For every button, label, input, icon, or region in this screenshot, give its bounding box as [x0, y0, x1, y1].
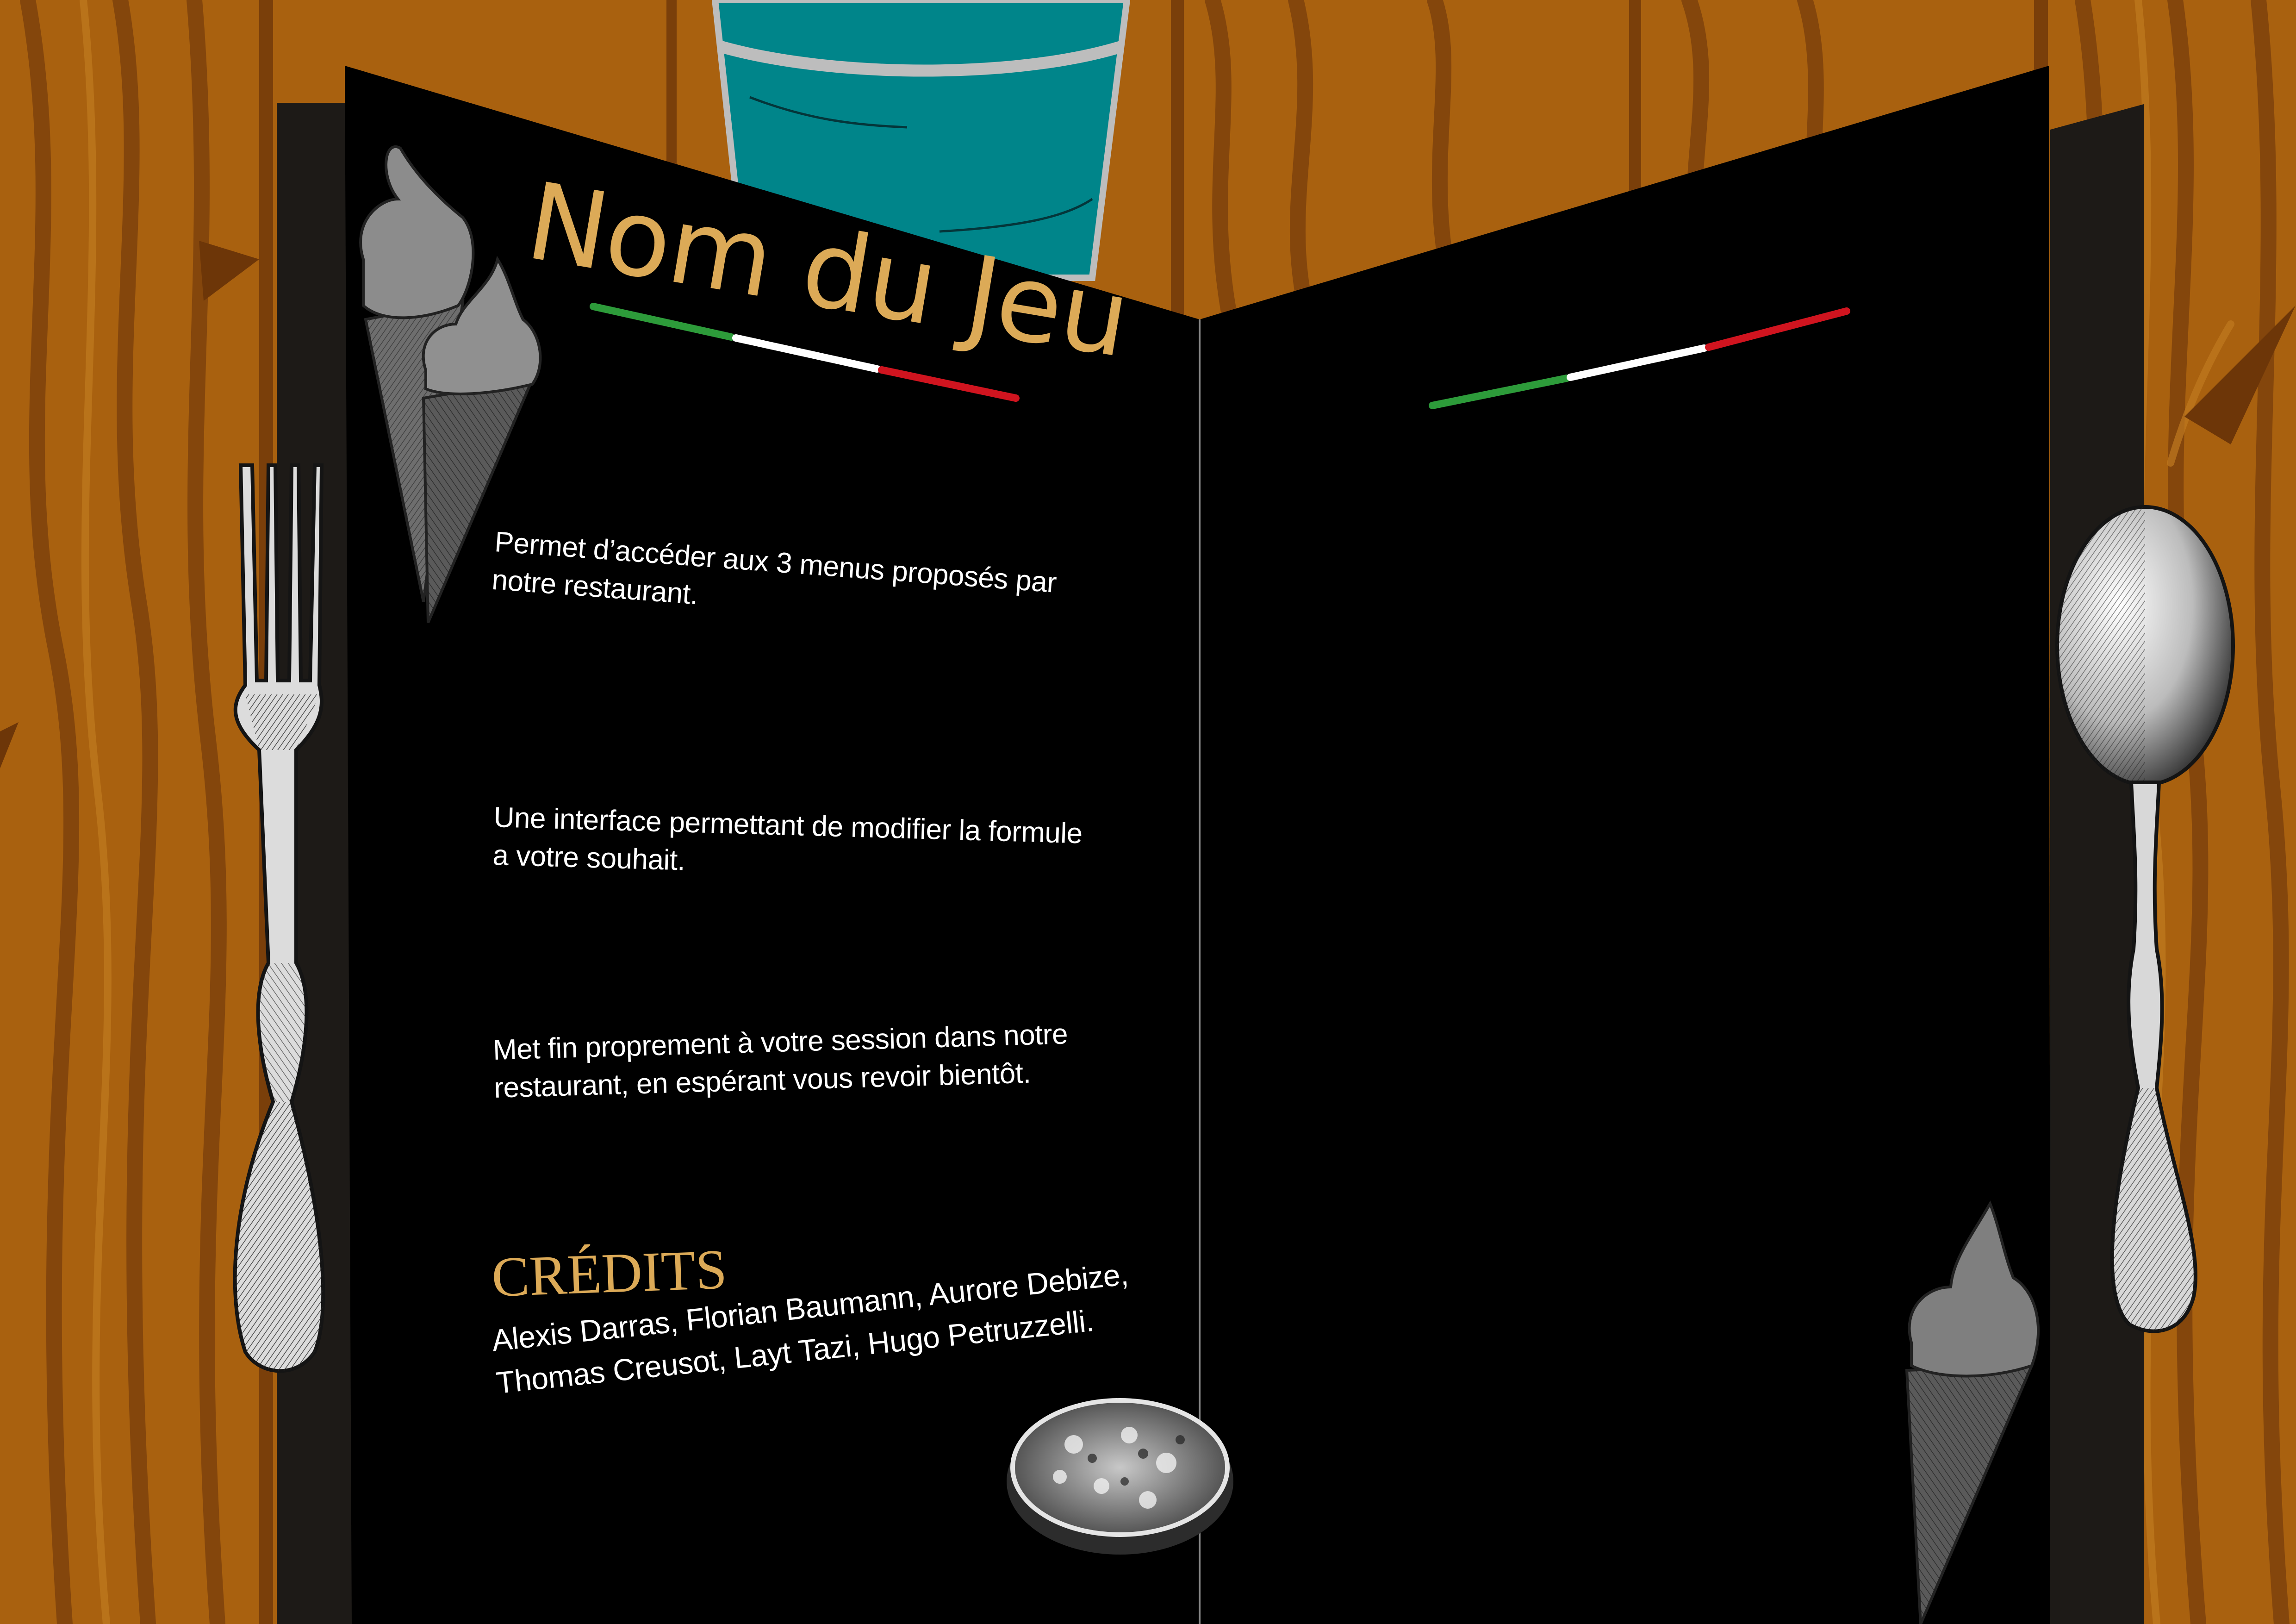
game-menu-screen: Nom du Jeu Permet d’accéder aux 3 menus … [0, 0, 2296, 1624]
pizza-icon [1007, 1398, 1233, 1555]
menu-option-quit[interactable]: Met fin proprement à votre session dans … [492, 1015, 1069, 1107]
scene-art [0, 0, 2296, 1624]
